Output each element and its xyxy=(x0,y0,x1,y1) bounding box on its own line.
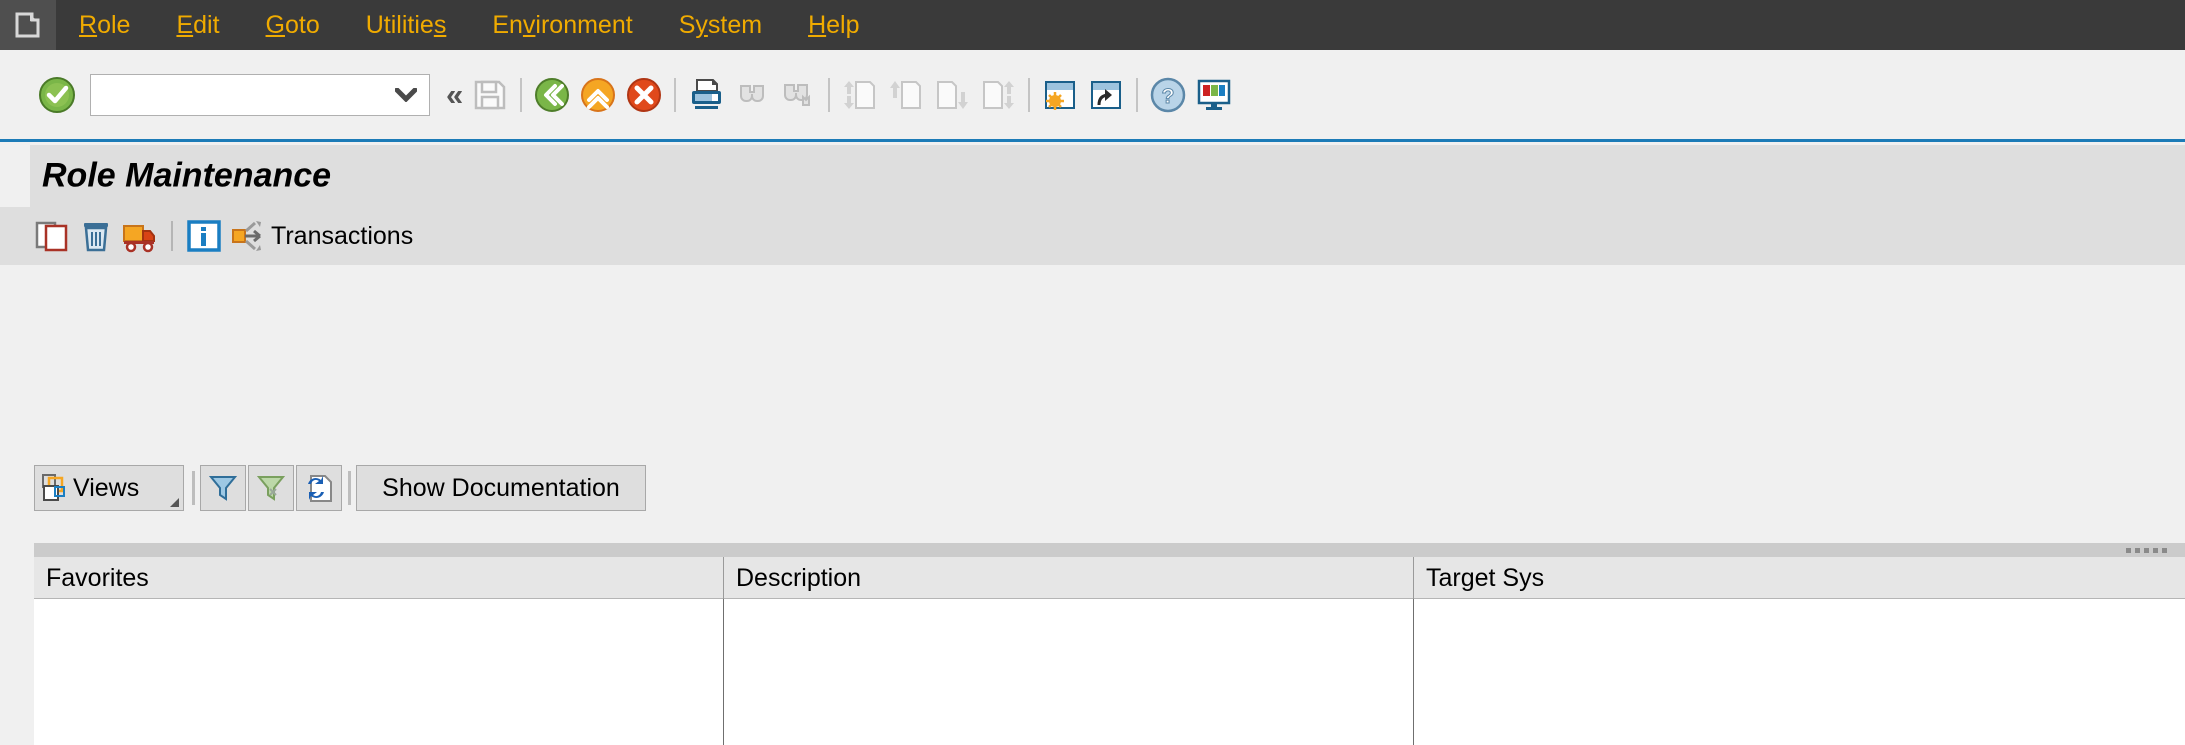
form-area: Role xyxy=(0,265,2185,450)
table-grip-bar[interactable] xyxy=(34,543,2185,557)
sap-document-icon xyxy=(15,12,41,38)
command-field[interactable] xyxy=(90,74,430,116)
copy-role-button[interactable] xyxy=(30,214,74,258)
page-title: Role Maintenance xyxy=(42,157,331,196)
transactions-button-label[interactable]: Transactions xyxy=(271,222,413,251)
menu-bar: Role Edit Goto Utilities Environment Sys… xyxy=(0,0,2185,50)
customize-layout-icon[interactable] xyxy=(1191,72,1237,118)
chevron-down-icon[interactable] xyxy=(170,498,179,507)
views-button[interactable]: Views xyxy=(34,465,184,511)
toolbar-separator xyxy=(1028,78,1030,112)
save-icon xyxy=(467,72,513,118)
table-body[interactable] xyxy=(34,599,2185,745)
back-icon[interactable] xyxy=(529,72,575,118)
filter-button[interactable] xyxy=(200,465,246,511)
toolbar-separator xyxy=(1136,78,1138,112)
toolbar-separator xyxy=(674,78,676,112)
menu-goto[interactable]: Goto xyxy=(243,0,343,50)
menu-system[interactable]: System xyxy=(656,0,785,50)
menu-items: Role Edit Goto Utilities Environment Sys… xyxy=(56,0,883,50)
views-stack-icon xyxy=(41,473,71,503)
column-favorites[interactable]: Favorites xyxy=(34,557,724,599)
svg-text:?: ? xyxy=(1162,85,1175,108)
apptoolbar-separator xyxy=(171,221,173,251)
toolbar-separator xyxy=(828,78,830,112)
find-next-icon xyxy=(775,72,821,118)
exit-icon[interactable] xyxy=(575,72,621,118)
find-icon xyxy=(729,72,775,118)
resize-grip-icon[interactable] xyxy=(2126,548,2167,553)
next-page-icon xyxy=(929,72,975,118)
application-toolbar: Transactions xyxy=(0,207,2185,265)
create-shortcut-icon[interactable] xyxy=(1083,72,1129,118)
menu-environment[interactable]: Environment xyxy=(469,0,655,50)
last-page-icon xyxy=(975,72,1021,118)
views-separator-2 xyxy=(348,471,351,505)
new-session-icon[interactable] xyxy=(1037,72,1083,118)
show-documentation-label: Show Documentation xyxy=(382,474,620,503)
transport-role-button[interactable] xyxy=(118,214,162,258)
sap-logo-area xyxy=(0,0,56,50)
title-bar: Role Maintenance xyxy=(0,145,2185,207)
refresh-button[interactable] xyxy=(296,465,342,511)
table-body-column-description xyxy=(724,599,1414,745)
toolbar-separator xyxy=(520,78,522,112)
menu-edit[interactable]: Edit xyxy=(153,0,242,50)
menu-role[interactable]: Role xyxy=(56,0,153,50)
sap-gui-window: Role Edit Goto Utilities Environment Sys… xyxy=(0,0,2185,745)
table-header-row: Favorites Description Target Sys xyxy=(34,557,2185,599)
print-icon[interactable] xyxy=(683,72,729,118)
title-left-pad xyxy=(0,145,30,207)
favorites-table: Favorites Description Target Sys xyxy=(34,543,2185,745)
command-input[interactable] xyxy=(91,76,391,114)
column-target-sys[interactable]: Target Sys xyxy=(1414,557,2185,599)
table-body-column-favorites xyxy=(34,599,724,745)
previous-page-icon xyxy=(883,72,929,118)
column-description[interactable]: Description xyxy=(724,557,1414,599)
delete-role-button[interactable] xyxy=(74,214,118,258)
help-icon[interactable]: ? xyxy=(1145,72,1191,118)
info-button[interactable] xyxy=(182,214,226,258)
delete-filter-button[interactable] xyxy=(248,465,294,511)
collapse-toolbar-button[interactable]: « xyxy=(442,79,467,110)
views-label: Views xyxy=(73,474,139,503)
first-page-icon xyxy=(837,72,883,118)
show-documentation-button[interactable]: Show Documentation xyxy=(356,465,646,511)
cancel-icon[interactable] xyxy=(621,72,667,118)
enter-button[interactable] xyxy=(34,72,80,118)
views-toolbar: Views Show Documentation xyxy=(0,465,2185,515)
views-separator xyxy=(192,471,195,505)
transactions-arrows-icon[interactable] xyxy=(226,214,270,258)
command-history-chevron-down-icon[interactable] xyxy=(395,88,417,102)
menu-help[interactable]: Help xyxy=(785,0,882,50)
system-toolbar: « xyxy=(0,50,2185,142)
menu-utilities[interactable]: Utilities xyxy=(343,0,470,50)
